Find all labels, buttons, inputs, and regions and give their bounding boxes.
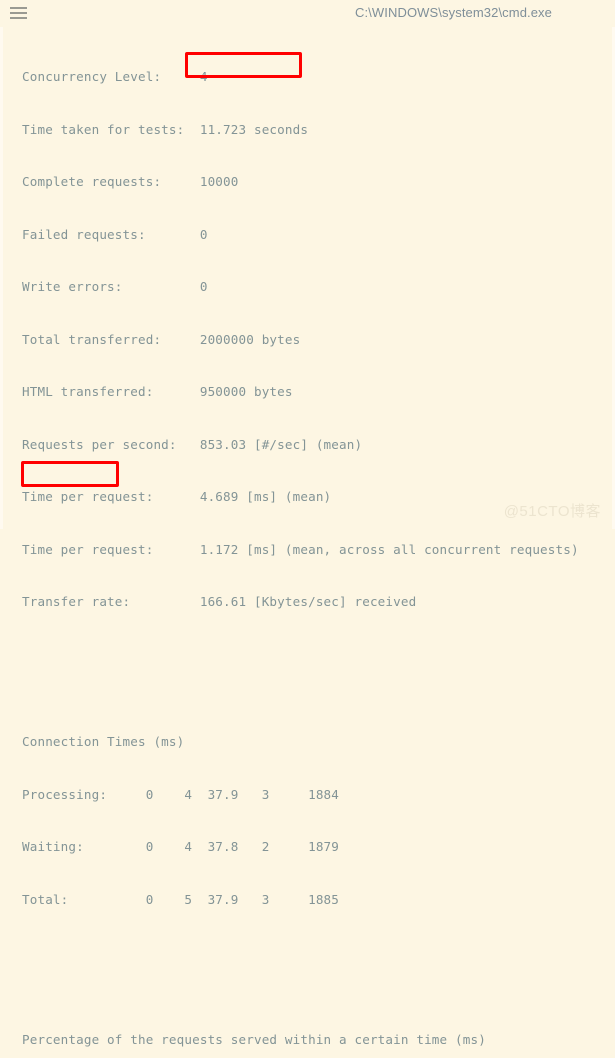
summary-line-4: Write errors: 0 — [22, 279, 208, 294]
summary-line-0: Concurrency Level: 4 — [22, 69, 208, 84]
console-line: Time per request: 1.172 [ms] (mean, acro… — [22, 541, 615, 559]
summary-line-1: Time taken for tests: 11.723 seconds — [22, 121, 309, 137]
summary-line-9: Time per request: 1.172 [ms] (mean, acro… — [22, 541, 579, 557]
console-line: Total transferred: 2000000 bytes — [22, 331, 615, 349]
console-line: Complete requests: 10000 — [22, 173, 615, 191]
percentiles-heading: Percentage of the requests served within… — [22, 1031, 486, 1047]
window-title: C:\WINDOWS\system32\cmd.exe — [354, 5, 552, 20]
console-line: Time taken for tests: 11.723 seconds — [22, 121, 615, 139]
summary-line-8: Time per request: 4.689 [ms] (mean) — [22, 489, 332, 504]
console-line: Connection Times (ms) — [22, 733, 615, 751]
summary-line-10: Transfer rate: 166.61 [Kbytes/sec] recei… — [22, 594, 417, 609]
watermark: @51CTO博客 — [503, 503, 601, 520]
title-bar[interactable]: C:\WINDOWS\system32\cmd.exe — [0, 0, 615, 27]
console-line: Percentage of the requests served within… — [22, 1031, 615, 1049]
console-line: Waiting: 0 4 37.8 2 1879 — [22, 838, 615, 856]
console-line: Requests per second: 853.03 [#/sec] (mea… — [22, 436, 615, 454]
console-line: Total: 0 5 37.9 3 1885 — [22, 891, 615, 909]
console-line: Transfer rate: 166.61 [Kbytes/sec] recei… — [22, 593, 615, 611]
summary-line-3: Failed requests: 0 — [22, 226, 208, 242]
console-output[interactable]: Concurrency Level: 4 Time taken for test… — [0, 27, 615, 1047]
summary-line-2: Complete requests: 10000 — [22, 174, 239, 189]
console-line: Failed requests: 0 — [22, 226, 615, 244]
console-line: Write errors: 0 — [22, 278, 615, 296]
console-line: HTML transferred: 950000 bytes — [22, 383, 615, 401]
console-line: Concurrency Level: 4 — [22, 68, 615, 86]
summary-line-5: Total transferred: 2000000 bytes — [22, 331, 301, 347]
console-line: Processing: 0 4 37.9 3 1884 — [22, 786, 615, 804]
connection-times-heading: Connection Times (ms) — [22, 734, 185, 749]
summary-line-7: Requests per second: 853.03 [#/sec] (mea… — [22, 436, 363, 452]
connection-times-row-1: Waiting: 0 4 37.8 2 1879 — [22, 839, 340, 854]
terminal-window: C:\WINDOWS\system32\cmd.exe Concurrency … — [0, 0, 615, 1047]
summary-line-6: HTML transferred: 950000 bytes — [22, 384, 293, 399]
connection-times-row-2: Total: 0 5 37.9 3 1885 — [22, 891, 340, 907]
connection-times-row-0: Processing: 0 4 37.9 3 1884 — [22, 786, 340, 802]
